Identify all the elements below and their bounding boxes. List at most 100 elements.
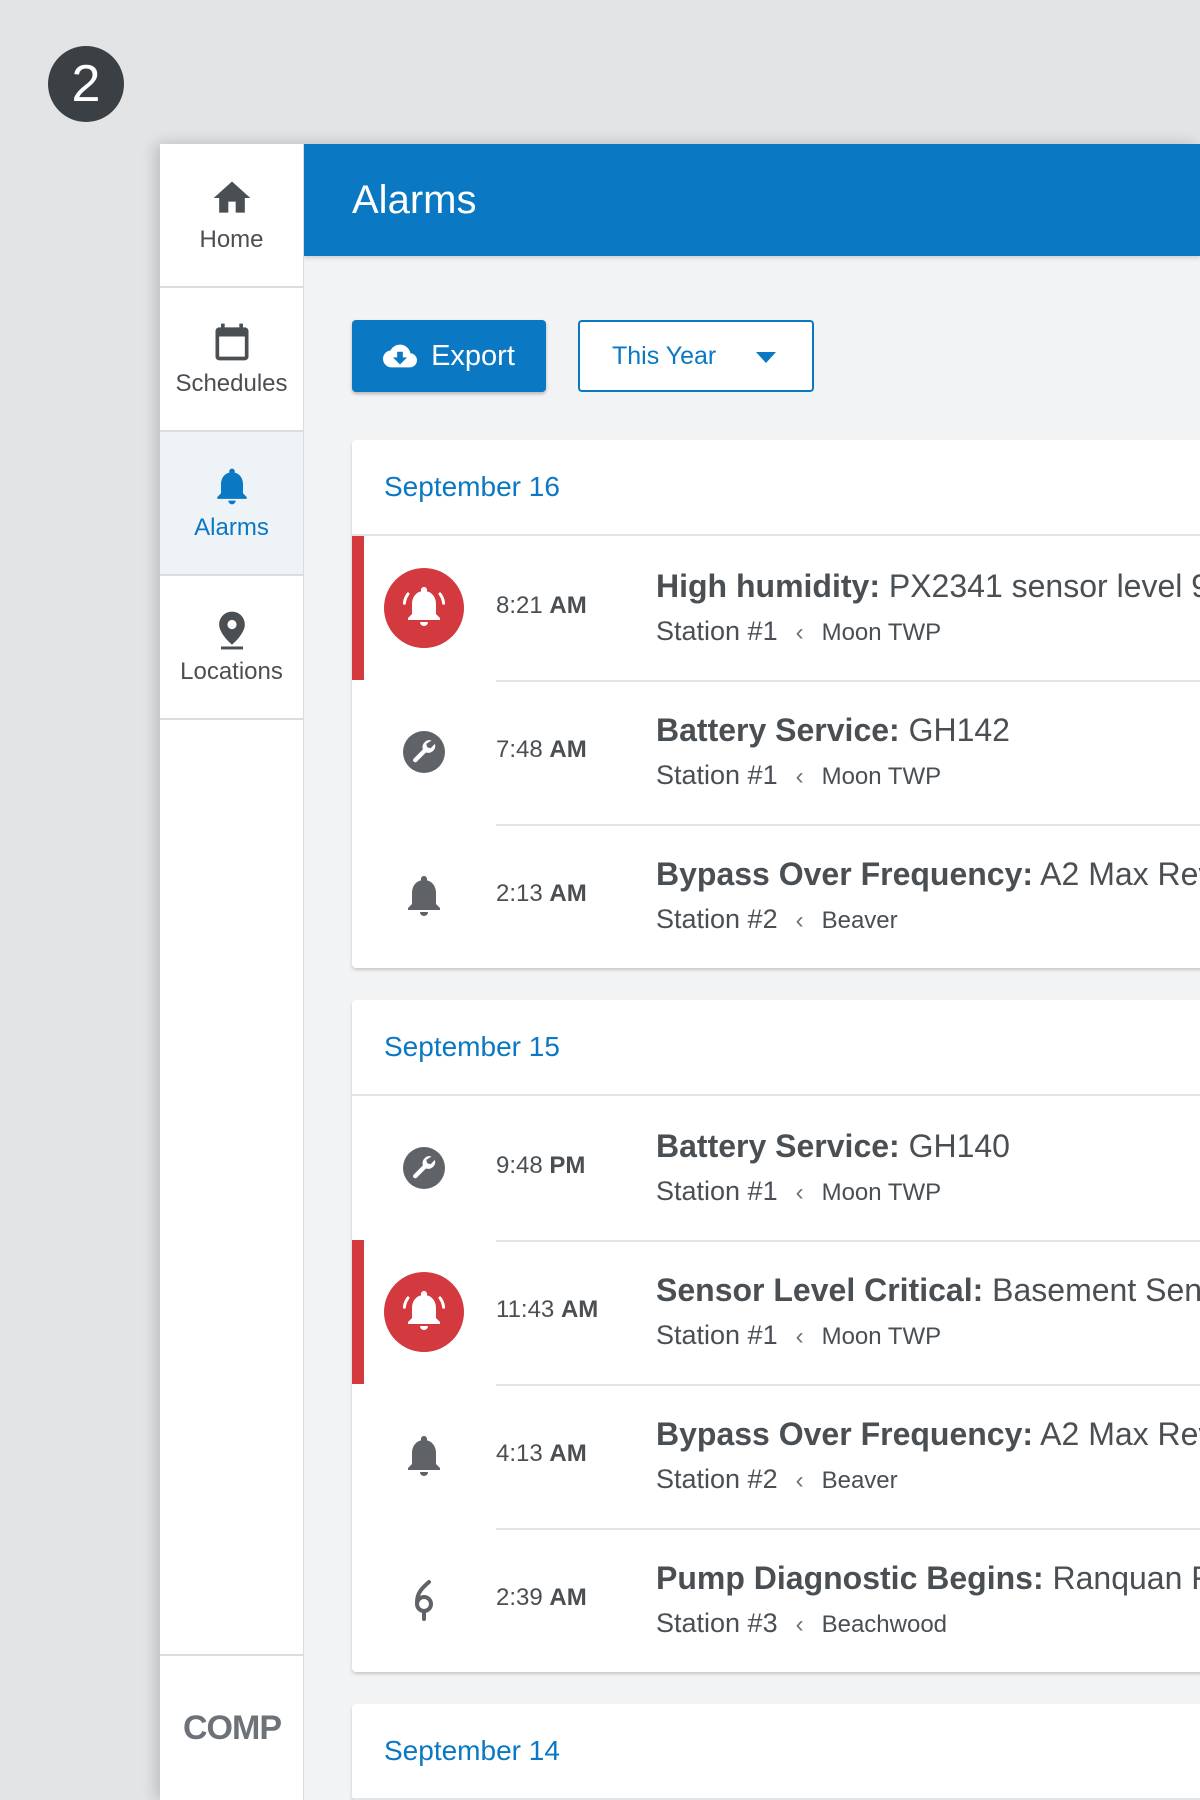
sidebar-footer: COMP (160, 1654, 304, 1800)
chevron-left-icon: ‹ (795, 1467, 804, 1494)
pump-icon (384, 1560, 464, 1640)
alarm-station: Station #3 (656, 1608, 778, 1638)
alarm-row[interactable]: 7:48 AM Battery Service: GH142 Station #1 ‹… (352, 680, 1200, 824)
date-group-header: September 16 (352, 440, 1200, 536)
export-button[interactable]: Export (352, 320, 546, 392)
alarm-title: Pump Diagnostic Begins: Ranquan R (656, 1560, 1200, 1597)
alarm-time-value: 4:13 (496, 1440, 543, 1467)
alarm-time-ampm: AM (549, 1440, 587, 1467)
alarm-time-ampm: AM (549, 1584, 587, 1611)
alarm-station: Station #1 (656, 1320, 778, 1350)
alarm-station: Station #1 (656, 616, 778, 646)
bell-icon (210, 464, 254, 508)
alarm-bell-icon (384, 1272, 464, 1352)
sidebar-item-alarms[interactable]: Alarms (160, 432, 303, 576)
alarm-station-path: Station #1 ‹ Moon TWP (656, 1176, 941, 1207)
alarm-time-ampm: PM (549, 1152, 586, 1179)
export-label: Export (431, 339, 515, 372)
sidebar-item-schedules[interactable]: Schedules (160, 288, 303, 432)
alarm-time: 8:21 AM (496, 592, 587, 620)
alarm-time: 7:48 AM (496, 736, 587, 764)
chevron-left-icon: ‹ (795, 907, 804, 934)
alarm-station-path: Station #1 ‹ Moon TWP (656, 1320, 941, 1351)
alarm-time-ampm: AM (549, 880, 587, 907)
alarm-title: Bypass Over Frequency: A2 Max Rev (656, 1416, 1200, 1453)
sidebar-item-home[interactable]: Home (160, 144, 303, 288)
caret-down-icon (756, 352, 776, 363)
toolbar: Export This Year (352, 320, 1200, 392)
alarm-row[interactable]: 11:43 AM Sensor Level Critical: Basement … (352, 1240, 1200, 1384)
wrench-icon (384, 712, 464, 792)
alarm-time-value: 8:21 (496, 592, 543, 619)
alarm-type: Bypass Over Frequency: (656, 856, 1034, 892)
alarm-detail: GH142 (899, 712, 1010, 748)
app-window: Home Schedules Alarms Locations COMP Ala… (160, 144, 1200, 1800)
alarm-type: High humidity: (656, 568, 880, 604)
alarm-time: 2:13 AM (496, 880, 587, 908)
date-range-select[interactable]: This Year (578, 320, 814, 392)
alarm-type: Sensor Level Critical: (656, 1272, 984, 1308)
chevron-left-icon: ‹ (795, 619, 804, 646)
chevron-left-icon: ‹ (795, 763, 804, 790)
date-label: September 16 (384, 471, 560, 502)
alarms-content: Export This Year September 16 8:21 AM High… (352, 320, 1200, 1800)
alarm-row[interactable]: 2:13 AM Bypass Over Frequency: A2 Max Rev… (352, 824, 1200, 968)
alarm-title: Battery Service: GH142 (656, 712, 1200, 749)
brand-logo: COMP (183, 1708, 282, 1747)
alarm-time-ampm: AM (560, 1296, 599, 1323)
alarm-time-value: 7:48 (496, 736, 543, 763)
sidebar-item-label: Locations (180, 658, 283, 685)
page-header: Alarms (304, 144, 1200, 256)
alarm-title: Sensor Level Critical: Basement Sens (656, 1272, 1200, 1309)
alarm-location: Beaver (821, 1467, 898, 1494)
alarm-time: 11:43 AM (496, 1296, 598, 1324)
cloud-download-icon (383, 339, 418, 373)
alarm-row[interactable]: 4:13 AM Bypass Over Frequency: A2 Max Rev… (352, 1384, 1200, 1528)
alarm-time: 2:39 AM (496, 1584, 587, 1612)
alarm-row[interactable]: 8:21 AM High humidity: PX2341 sensor leve… (352, 536, 1200, 680)
alarm-title: High humidity: PX2341 sensor level 9 (656, 568, 1200, 605)
alarm-type: Pump Diagnostic Begins: (656, 1560, 1044, 1596)
alarm-station-path: Station #1 ‹ Moon TWP (656, 616, 941, 647)
chevron-left-icon: ‹ (795, 1323, 804, 1350)
alarm-detail: GH140 (899, 1128, 1010, 1164)
alarm-detail: A2 Max Rev (1033, 856, 1200, 892)
sidebar-item-label: Alarms (194, 514, 269, 541)
alarm-time: 4:13 AM (496, 1440, 587, 1468)
alarm-station: Station #2 (656, 904, 778, 934)
alarm-time-ampm: AM (549, 592, 587, 619)
alarm-date-group: September 16 8:21 AM High humidity: PX2341… (352, 440, 1200, 968)
date-group-header: September 14 (352, 1704, 1200, 1800)
location-pin-icon (210, 608, 254, 652)
alarm-station: Station #2 (656, 1464, 778, 1494)
alarm-location: Beaver (821, 907, 898, 934)
alarm-date-group: September 14 (352, 1704, 1200, 1800)
date-group-header: September 15 (352, 1000, 1200, 1096)
chevron-left-icon: ‹ (795, 1611, 804, 1638)
sidebar-item-locations[interactable]: Locations (160, 576, 303, 720)
alarm-row[interactable]: 2:39 AM Pump Diagnostic Begins: Ranquan R… (352, 1528, 1200, 1672)
alarm-location: Moon TWP (821, 763, 942, 790)
alarm-type: Battery Service: (656, 712, 900, 748)
alarm-time-value: 2:13 (496, 880, 543, 907)
alarm-bell-icon (384, 568, 464, 648)
alarm-station: Station #1 (656, 1176, 778, 1206)
alarm-location: Beachwood (821, 1611, 948, 1638)
chevron-left-icon: ‹ (795, 1179, 804, 1206)
alarm-date-group: September 15 9:48 PM Battery Service: GH14… (352, 1000, 1200, 1672)
alarm-location: Moon TWP (821, 619, 942, 646)
alarm-time-value: 2:39 (496, 1584, 543, 1611)
alarm-station-path: Station #3 ‹ Beachwood (656, 1608, 947, 1639)
alarm-type: Battery Service: (656, 1128, 900, 1164)
alarm-detail: Ranquan R (1043, 1560, 1200, 1596)
bell-icon (384, 1416, 464, 1496)
alarm-time: 9:48 PM (496, 1152, 585, 1180)
alarm-location: Moon TWP (821, 1179, 942, 1206)
calendar-icon (210, 320, 254, 364)
bell-icon (384, 856, 464, 936)
alarm-time-ampm: AM (549, 736, 587, 763)
page-title: Alarms (352, 177, 477, 222)
alarm-station: Station #1 (656, 760, 778, 790)
alarm-groups: September 16 8:21 AM High humidity: PX2341… (352, 440, 1200, 1800)
alarm-row[interactable]: 9:48 PM Battery Service: GH140 Station #1 ‹… (352, 1096, 1200, 1240)
